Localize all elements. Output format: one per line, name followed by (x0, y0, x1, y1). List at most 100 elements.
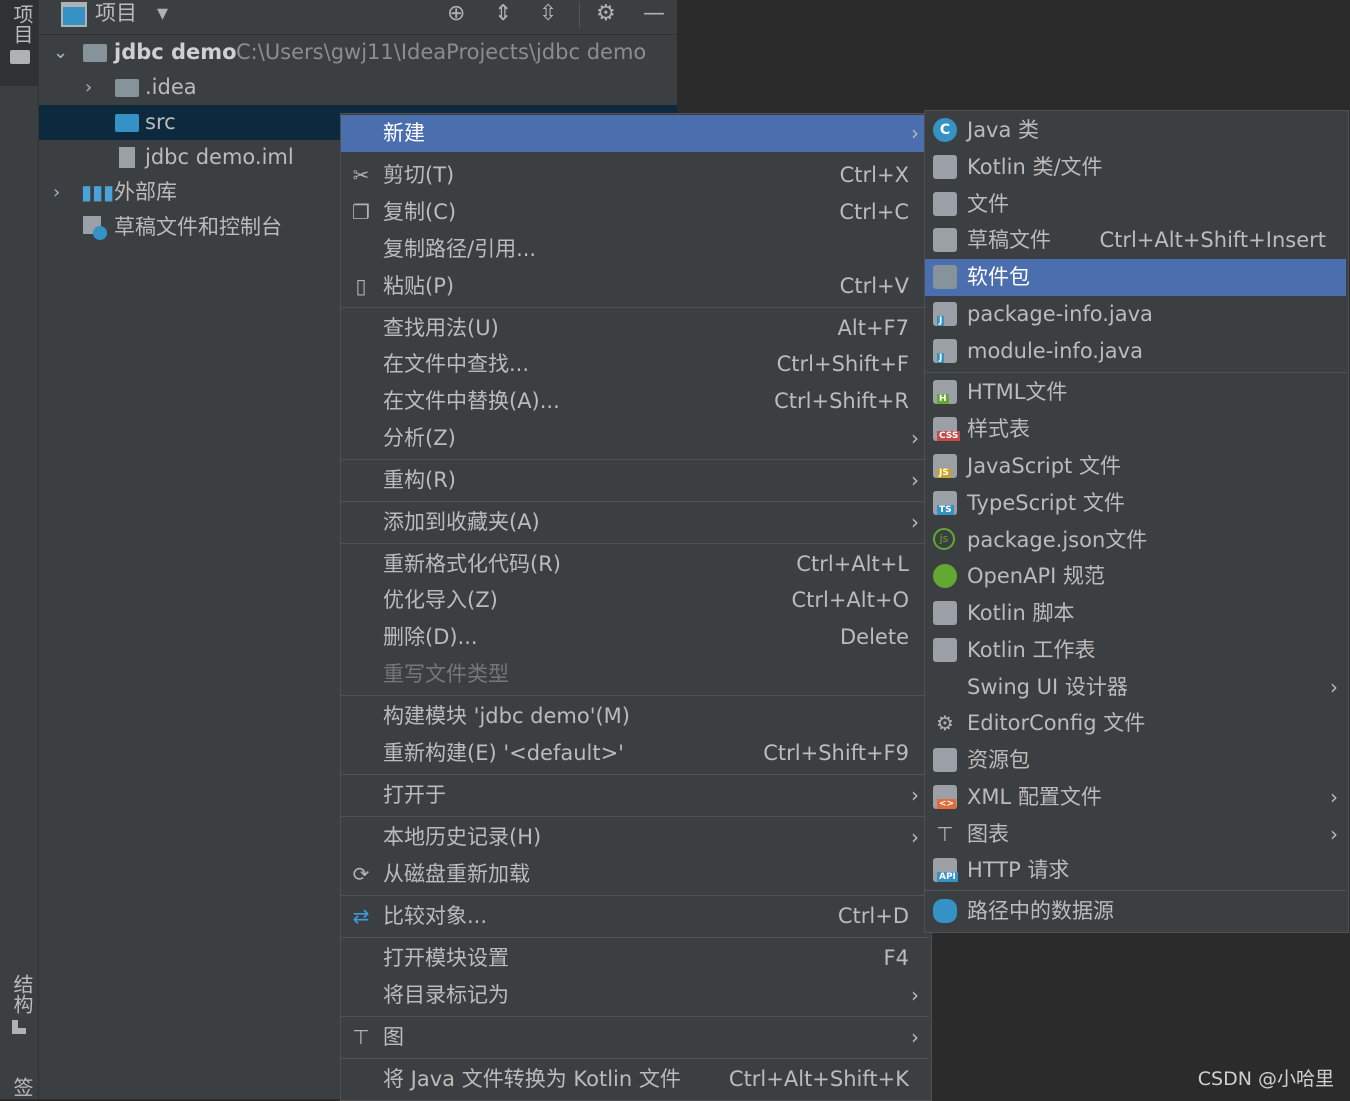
scissors-icon: ✂ (352, 163, 370, 187)
menu-item-replace-in-files[interactable]: 在文件中替换(A)... Ctrl+Shift+R (341, 383, 929, 420)
menu-item-find-usages[interactable]: 查找用法(U) Alt+F7 (341, 310, 929, 347)
minimize-icon[interactable]: — (643, 0, 665, 30)
submenu-item-kotlin-worksheet[interactable]: Kotlin 工作表 (925, 632, 1346, 669)
menu-item-refactor[interactable]: 重构(R) › (341, 462, 929, 499)
collapse-all-icon[interactable]: ⇳ (539, 0, 557, 30)
tree-label: jdbc demo.iml (145, 145, 294, 169)
menu-item-diagram[interactable]: ⊤ 图 › (341, 1019, 929, 1056)
project-tab-label: 项目 (10, 4, 34, 44)
submenu-item-scratch-file[interactable]: 草稿文件 Ctrl+Alt+Shift+Insert (925, 222, 1346, 259)
menu-label: 资源包 (967, 748, 1030, 772)
menu-label: 添加到收藏夹(A) (383, 510, 540, 534)
menu-label: EditorConfig 文件 (967, 711, 1146, 735)
scratch-file-icon (933, 228, 957, 252)
project-panel-header: 项目 ▾ ⊕ ⇕ ⇳ ⚙ — (39, 0, 677, 35)
panel-title[interactable]: 项目 (95, 0, 137, 28)
chevron-right-icon: › (911, 1025, 919, 1049)
tree-root[interactable]: ⌄ jdbc demo C:\Users\gwj11\IdeaProjects\… (39, 35, 677, 70)
menu-label: 文件 (967, 192, 1009, 216)
menu-label: 图表 (967, 822, 1009, 846)
file-badge: JS (937, 468, 951, 478)
submenu-item-javascript[interactable]: JS JavaScript 文件 (925, 448, 1346, 485)
submenu-item-html[interactable]: H HTML文件 (925, 374, 1346, 411)
chevron-down-icon[interactable]: ⌄ (53, 35, 68, 70)
menu-label: 分析(Z) (383, 426, 456, 450)
chevron-right-icon: › (1330, 822, 1338, 846)
gear-icon: ⚙ (936, 711, 954, 735)
java-class-icon: C (933, 118, 957, 142)
menu-label: Kotlin 脚本 (967, 601, 1075, 625)
submenu-item-java-class[interactable]: C Java 类 (925, 112, 1346, 149)
submenu-item-swing-ui[interactable]: Swing UI 设计器 › (925, 669, 1346, 706)
folder-icon (115, 79, 139, 97)
submenu-item-module-info[interactable]: J module-info.java (925, 333, 1346, 370)
menu-item-mark-directory[interactable]: 将目录标记为 › (341, 977, 929, 1014)
structure-icon (12, 1020, 26, 1034)
submenu-item-data-source[interactable]: 路径中的数据源 (925, 893, 1346, 930)
menu-separator (341, 895, 929, 896)
library-icon: ▮▮▮ (81, 180, 115, 204)
menu-item-build-module[interactable]: 构建模块 'jdbc demo'(M) (341, 698, 929, 735)
database-icon (933, 899, 957, 923)
submenu-item-file[interactable]: 文件 (925, 186, 1346, 223)
menu-item-copy-path[interactable]: 复制路径/引用... (341, 231, 929, 268)
html-file-icon: H (933, 380, 957, 404)
resource-bundle-icon (933, 748, 957, 772)
menu-shortcut: Ctrl+V (839, 274, 909, 298)
submenu-item-resource-bundle[interactable]: 资源包 (925, 742, 1346, 779)
menu-item-reformat[interactable]: 重新格式化代码(R) Ctrl+Alt+L (341, 546, 929, 583)
structure-tool-tab[interactable]: 结构 (0, 970, 38, 1040)
menu-item-new[interactable]: 新建 › (341, 115, 929, 152)
menu-label: package-info.java (967, 302, 1153, 326)
java-file-icon: J (933, 302, 957, 326)
submenu-item-stylesheet[interactable]: CSS 样式表 (925, 411, 1346, 448)
menu-item-delete[interactable]: 删除(D)... Delete (341, 619, 929, 656)
menu-separator (341, 459, 929, 460)
menu-item-module-settings[interactable]: 打开模块设置 F4 (341, 940, 929, 977)
menu-label: XML 配置文件 (967, 785, 1102, 809)
submenu-item-kotlin-script[interactable]: Kotlin 脚本 (925, 595, 1346, 632)
diagram-icon: ⊤ (352, 1025, 370, 1049)
folder-icon (10, 50, 30, 64)
menu-shortcut: Ctrl+Alt+Shift+Insert (1099, 228, 1326, 252)
bookmarks-tool-tab[interactable]: 书签 (0, 1075, 38, 1099)
menu-label: 打开模块设置 (383, 946, 509, 970)
menu-item-reload-from-disk[interactable]: ⟳ 从磁盘重新加载 (341, 856, 929, 893)
submenu-item-typescript[interactable]: TS TypeScript 文件 (925, 485, 1346, 522)
submenu-item-http-request[interactable]: API HTTP 请求 (925, 852, 1346, 889)
gear-icon[interactable]: ⚙ (596, 0, 616, 30)
tree-item-idea[interactable]: › .idea (39, 70, 677, 105)
chevron-right-icon[interactable]: › (85, 70, 99, 105)
submenu-item-package-json[interactable]: js package.json文件 (925, 522, 1346, 559)
menu-label: 草稿文件 (967, 228, 1051, 252)
menu-item-paste[interactable]: ▯ 粘贴(P) Ctrl+V (341, 268, 929, 305)
package-json-icon: js (933, 528, 955, 550)
submenu-item-package[interactable]: 软件包 (925, 259, 1346, 296)
menu-item-convert-kotlin[interactable]: 将 Java 文件转换为 Kotlin 文件 Ctrl+Alt+Shift+K (341, 1061, 929, 1098)
menu-label: TypeScript 文件 (967, 491, 1125, 515)
submenu-item-openapi[interactable]: OpenAPI 规范 (925, 558, 1346, 595)
submenu-item-editorconfig[interactable]: ⚙ EditorConfig 文件 (925, 705, 1346, 742)
chevron-right-icon[interactable]: › (53, 175, 67, 210)
menu-item-copy[interactable]: ❐ 复制(C) Ctrl+C (341, 194, 929, 231)
menu-item-local-history[interactable]: 本地历史记录(H) › (341, 819, 929, 856)
menu-item-open-in[interactable]: 打开于 › (341, 777, 929, 814)
menu-item-add-favorites[interactable]: 添加到收藏夹(A) › (341, 504, 929, 541)
menu-item-rebuild[interactable]: 重新构建(E) '<default>' Ctrl+Shift+F9 (341, 735, 929, 772)
menu-item-cut[interactable]: ✂ 剪切(T) Ctrl+X (341, 157, 929, 194)
expand-all-icon[interactable]: ⇕ (494, 0, 512, 30)
chevron-down-icon[interactable]: ▾ (157, 0, 168, 30)
submenu-item-xml-config[interactable]: <> XML 配置文件 › (925, 779, 1346, 816)
menu-item-find-in-files[interactable]: 在文件中查找... Ctrl+Shift+F (341, 346, 929, 383)
menu-item-compare-with[interactable]: ⇄ 比较对象... Ctrl+D (341, 898, 929, 935)
submenu-item-diagram[interactable]: ⊤ 图表 › (925, 816, 1346, 853)
menu-item-analyze[interactable]: 分析(Z) › (341, 420, 929, 457)
locate-icon[interactable]: ⊕ (447, 0, 465, 30)
menu-label: Java 类 (967, 118, 1040, 142)
xml-file-icon: <> (933, 785, 957, 809)
submenu-item-package-info[interactable]: J package-info.java (925, 296, 1346, 333)
submenu-item-kotlin-class[interactable]: Kotlin 类/文件 (925, 149, 1346, 186)
menu-item-optimize-imports[interactable]: 优化导入(Z) Ctrl+Alt+O (341, 582, 929, 619)
tree-label: 草稿文件和控制台 (114, 215, 282, 239)
project-tool-tab[interactable]: 项目 (0, 0, 38, 86)
